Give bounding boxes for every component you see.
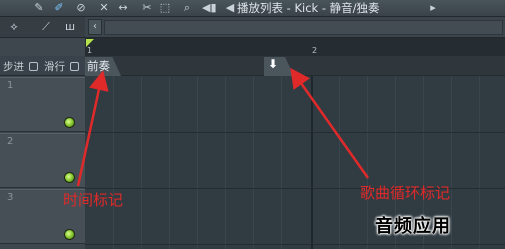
watermark-logo: 音频应用 [375,216,451,237]
loop-marker-annotation: 歌曲循环标记 [360,184,451,202]
time-marker-arrow [76,70,109,187]
time-marker-annotation: 时间标记 [63,191,124,209]
loop-marker-arrow [290,67,370,179]
